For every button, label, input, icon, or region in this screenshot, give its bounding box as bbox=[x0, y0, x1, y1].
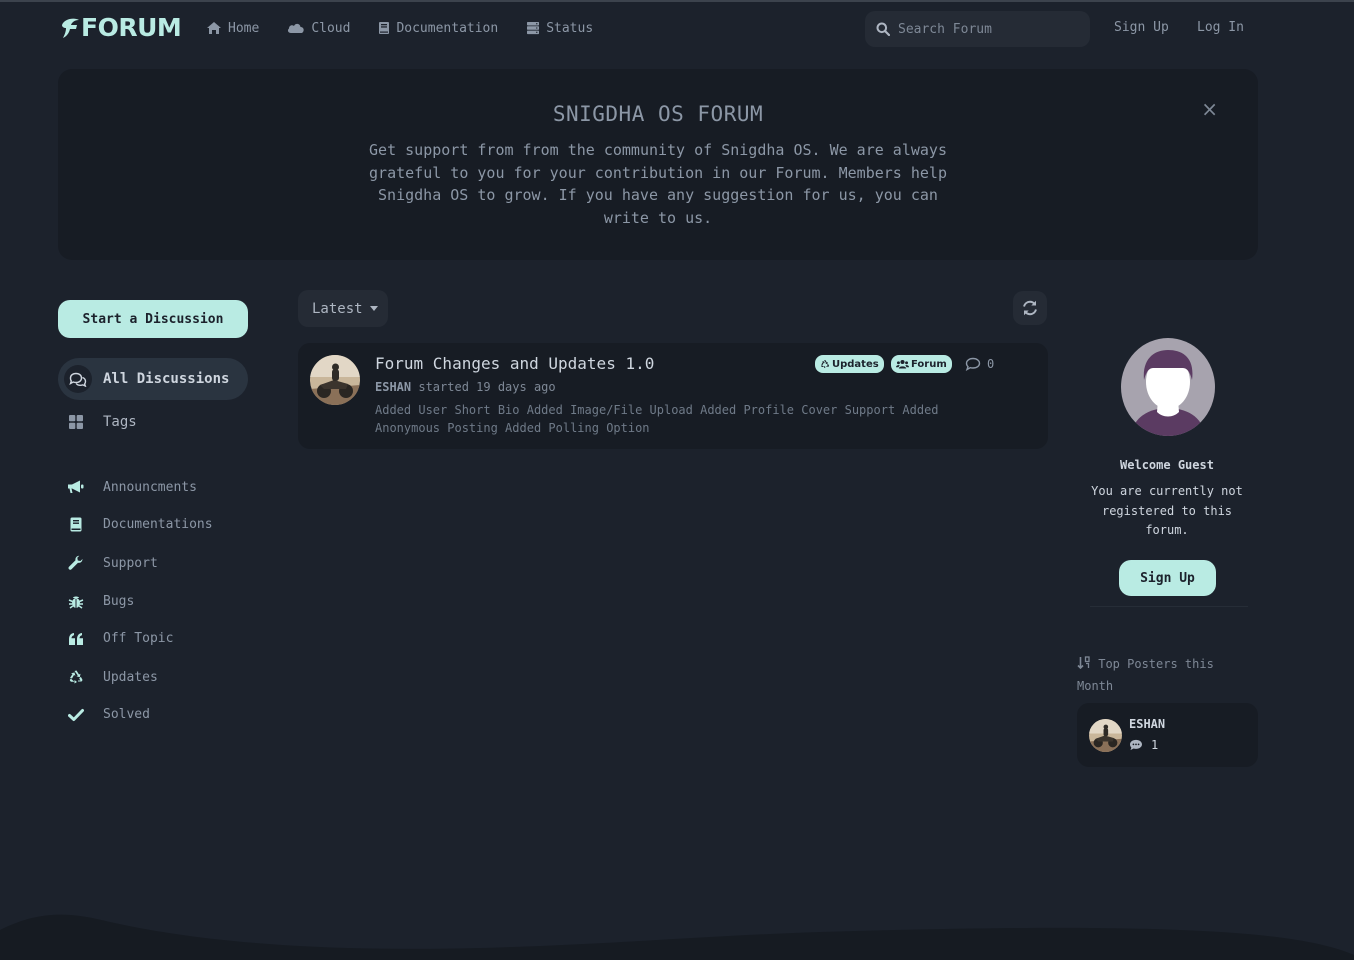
footer-wave bbox=[0, 914, 1354, 960]
start-discussion-button[interactable]: Start a Discussion bbox=[58, 300, 248, 338]
reply-count: 0 bbox=[965, 357, 994, 371]
search-icon bbox=[876, 22, 890, 36]
sort-numeric-icon bbox=[1077, 656, 1090, 670]
server-icon bbox=[527, 22, 540, 35]
search-box[interactable] bbox=[865, 11, 1090, 47]
nav-home[interactable]: Home bbox=[206, 19, 259, 37]
refresh-icon bbox=[1023, 300, 1037, 316]
th-large-icon bbox=[66, 414, 86, 430]
nav-status-label: Status bbox=[546, 20, 594, 36]
quote-icon bbox=[66, 632, 86, 646]
category-label: Bugs bbox=[103, 593, 135, 609]
discussion-item[interactable]: Forum Changes and Updates 1.0 ESHAN star… bbox=[298, 343, 1048, 449]
category-label: Documentations bbox=[103, 517, 213, 532]
reply-count-value: 0 bbox=[987, 357, 995, 371]
welcome-hero: SNIGDHA OS FORUM Get support from from t… bbox=[58, 69, 1258, 260]
bullhorn-icon bbox=[66, 479, 86, 495]
comment-dots-icon bbox=[1130, 739, 1142, 751]
main-nav: Home Cloud Documentation Status bbox=[206, 19, 621, 37]
nav-cloud-label: Cloud bbox=[311, 20, 351, 36]
users-icon bbox=[896, 359, 909, 369]
hero-title: SNIGDHA OS FORUM bbox=[552, 102, 764, 126]
all-discussions-label: All Discussions bbox=[103, 371, 230, 387]
refresh-button[interactable] bbox=[1013, 291, 1047, 325]
comment-icon bbox=[965, 357, 981, 371]
sidebar-item-all-discussions[interactable]: All Discussions bbox=[58, 358, 248, 400]
hero-description: Get support from from the community of S… bbox=[369, 141, 947, 227]
guest-avatar bbox=[1121, 338, 1215, 436]
discussion-time: started 19 days ago bbox=[411, 380, 556, 394]
nav-home-label: Home bbox=[228, 20, 260, 36]
check-icon bbox=[66, 708, 86, 722]
top-posters-title: Top Posters this Month bbox=[1077, 657, 1214, 693]
sidebar-item-documentations[interactable]: Documentations bbox=[66, 517, 213, 532]
sidebar-item-updates[interactable]: Updates bbox=[66, 669, 158, 685]
discussion-meta: ESHAN started 19 days ago bbox=[375, 380, 556, 394]
comments-icon bbox=[64, 365, 92, 393]
search-input[interactable] bbox=[898, 21, 1078, 37]
book-icon bbox=[66, 517, 86, 532]
bug-icon bbox=[66, 593, 86, 609]
top-posters-heading: Top Posters this Month bbox=[1077, 653, 1257, 697]
nav-documentation[interactable]: Documentation bbox=[378, 19, 498, 37]
home-icon bbox=[207, 22, 221, 34]
category-label: Announcments bbox=[103, 479, 197, 495]
tag-label: Updates bbox=[832, 358, 879, 370]
tag-badge-forum[interactable]: Forum bbox=[891, 355, 952, 373]
welcome-text: You are currently not registered to this… bbox=[1091, 484, 1243, 537]
close-icon[interactable]: × bbox=[1201, 97, 1218, 121]
nav-documentation-label: Documentation bbox=[396, 20, 499, 36]
sort-label: Latest bbox=[312, 300, 363, 317]
logo[interactable]: FORUM bbox=[60, 13, 182, 42]
logo-mark-icon bbox=[62, 18, 79, 38]
poster-name: ESHAN bbox=[1129, 717, 1166, 731]
log-in-link[interactable]: Log In bbox=[1197, 20, 1244, 35]
nav-status[interactable]: Status bbox=[526, 19, 593, 37]
category-label: Off Topic bbox=[103, 631, 174, 646]
category-label: Solved bbox=[103, 707, 150, 722]
sign-up-link[interactable]: Sign Up bbox=[1114, 20, 1169, 35]
book-icon bbox=[379, 22, 390, 34]
divider bbox=[1090, 606, 1248, 607]
nav-cloud[interactable]: Cloud bbox=[287, 19, 350, 37]
avatar bbox=[1089, 719, 1122, 752]
category-label: Support bbox=[103, 555, 158, 571]
discussion-author[interactable]: ESHAN bbox=[375, 380, 411, 394]
sidebar-item-off-topic[interactable]: Off Topic bbox=[66, 631, 173, 646]
tags-label: Tags bbox=[103, 414, 137, 430]
welcome-title: Welcome Guest bbox=[1120, 458, 1214, 472]
sidebar-item-solved[interactable]: Solved bbox=[66, 707, 150, 722]
sidebar-item-tags[interactable]: Tags bbox=[66, 414, 137, 430]
recycle-icon bbox=[66, 669, 86, 685]
tag-badge-updates[interactable]: Updates bbox=[815, 355, 884, 373]
recycle-icon bbox=[821, 359, 830, 369]
sort-dropdown[interactable]: Latest bbox=[298, 290, 388, 327]
caret-down-icon bbox=[369, 306, 378, 311]
tag-label: Forum bbox=[911, 358, 947, 370]
category-label: Updates bbox=[103, 669, 158, 685]
cloud-icon bbox=[288, 23, 305, 33]
top-poster-item[interactable]: ESHAN 1 bbox=[1077, 703, 1258, 767]
poster-comment-count: 1 bbox=[1129, 738, 1158, 752]
sidebar-item-support[interactable]: Support bbox=[66, 555, 158, 571]
logo-text: FORUM bbox=[81, 13, 182, 42]
sidebar-item-announcments[interactable]: Announcments bbox=[66, 479, 197, 495]
avatar[interactable] bbox=[310, 355, 360, 405]
sign-up-button[interactable]: Sign Up bbox=[1119, 560, 1216, 596]
poster-count-value: 1 bbox=[1151, 738, 1159, 752]
wrench-icon bbox=[66, 555, 86, 571]
header: FORUM Home Cloud Documentation Status Si… bbox=[0, 2, 1354, 54]
sidebar-item-bugs[interactable]: Bugs bbox=[66, 593, 134, 609]
discussion-excerpt: Added User Short Bio Added Image/File Up… bbox=[375, 403, 939, 435]
discussion-title[interactable]: Forum Changes and Updates 1.0 bbox=[375, 354, 654, 373]
